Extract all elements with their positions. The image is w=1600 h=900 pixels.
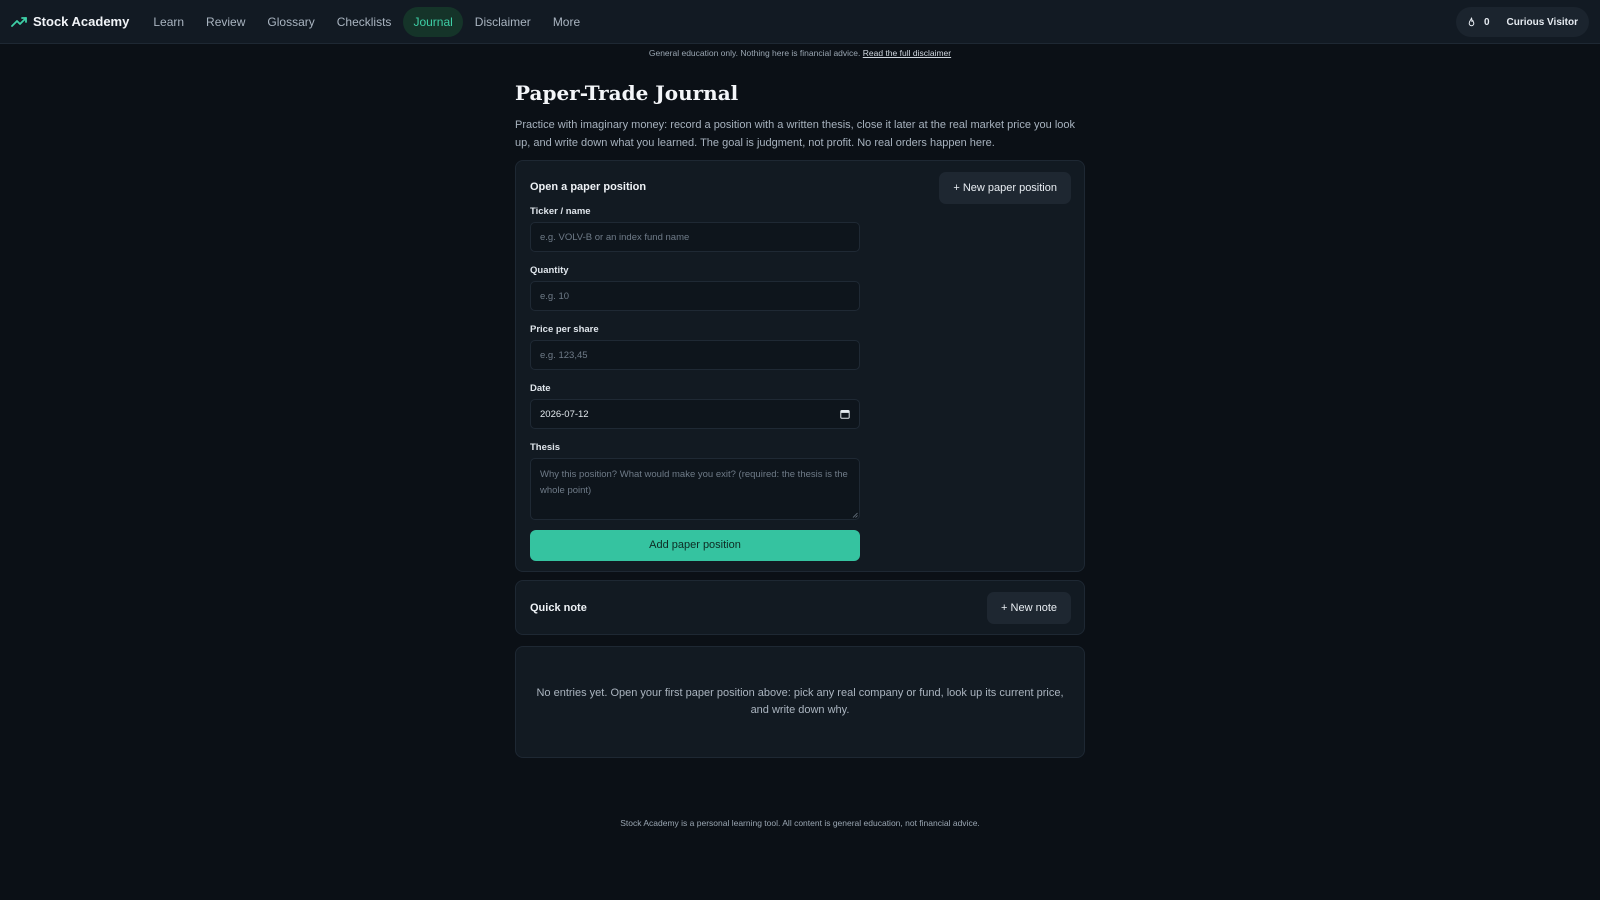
brand-name: Stock Academy: [33, 14, 130, 29]
page-footer: Stock Academy is a personal learning too…: [620, 818, 980, 828]
add-paper-position-button[interactable]: Add paper position: [530, 530, 860, 561]
main-content: Paper-Trade Journal Practice with imagin…: [515, 78, 1085, 758]
flame-icon: [1468, 16, 1475, 26]
nav-item-disclaimer[interactable]: Disclaimer: [465, 7, 541, 37]
nav-menu: Learn Review Glossary Checklists Journal…: [143, 6, 590, 37]
quantity-input[interactable]: e.g. 10: [530, 281, 860, 311]
entries-empty-state: No entries yet. Open your first paper po…: [515, 646, 1085, 758]
open-position-card: Open a paper position + New paper positi…: [515, 160, 1085, 572]
brand-logo[interactable]: Stock Academy: [11, 14, 129, 30]
nav-item-journal[interactable]: Journal: [403, 6, 463, 37]
user-menu-button[interactable]: 0 Curious Visitor: [1455, 7, 1589, 37]
date-input[interactable]: 2026-07-12: [530, 399, 860, 429]
disclaimer-banner: General education only. Nothing here is …: [0, 48, 1600, 58]
price-label: Price per share: [530, 324, 599, 335]
thesis-textarea[interactable]: Why this position? What would make you e…: [530, 458, 860, 520]
user-name: Curious Visitor: [1506, 16, 1579, 28]
disclaimer-text: General education only. Nothing here is …: [648, 48, 861, 58]
calendar-icon[interactable]: [840, 409, 850, 419]
quick-note-card: Quick note + New note: [515, 580, 1085, 635]
new-paper-position-button[interactable]: + New paper position: [939, 172, 1071, 204]
page-title: Paper-Trade Journal: [515, 81, 739, 105]
resize-handle-icon[interactable]: [852, 512, 858, 518]
trending-up-icon: [11, 16, 27, 27]
nav-item-glossary[interactable]: Glossary: [257, 7, 324, 37]
page-intro: Practice with imaginary money: record a …: [515, 119, 1076, 149]
date-value: 2026-07-12: [540, 409, 589, 420]
new-note-button[interactable]: + New note: [987, 592, 1071, 624]
nav-item-more[interactable]: More: [543, 7, 590, 37]
open-position-form: Ticker / name e.g. VOLV-B or an index fu…: [530, 206, 860, 561]
date-label: Date: [530, 383, 551, 394]
disclaimer-link[interactable]: Read the full disclaimer: [863, 48, 951, 58]
nav-item-learn[interactable]: Learn: [143, 7, 194, 37]
ticker-input[interactable]: e.g. VOLV-B or an index fund name: [530, 222, 860, 252]
price-input[interactable]: e.g. 123,45: [530, 340, 860, 370]
top-navbar: Stock Academy Learn Review Glossary Chec…: [0, 0, 1600, 44]
quick-note-heading: Quick note: [530, 602, 587, 614]
streak-count: 0: [1483, 16, 1490, 28]
open-position-heading: Open a paper position: [530, 181, 647, 193]
ticker-label: Ticker / name: [530, 206, 591, 217]
empty-state-text: No entries yet. Open your first paper po…: [536, 686, 1064, 717]
thesis-placeholder: Why this position? What would make you e…: [540, 469, 848, 496]
thesis-label: Thesis: [530, 442, 561, 453]
nav-item-review[interactable]: Review: [196, 7, 255, 37]
quantity-label: Quantity: [530, 265, 569, 276]
nav-item-checklists[interactable]: Checklists: [327, 7, 402, 37]
